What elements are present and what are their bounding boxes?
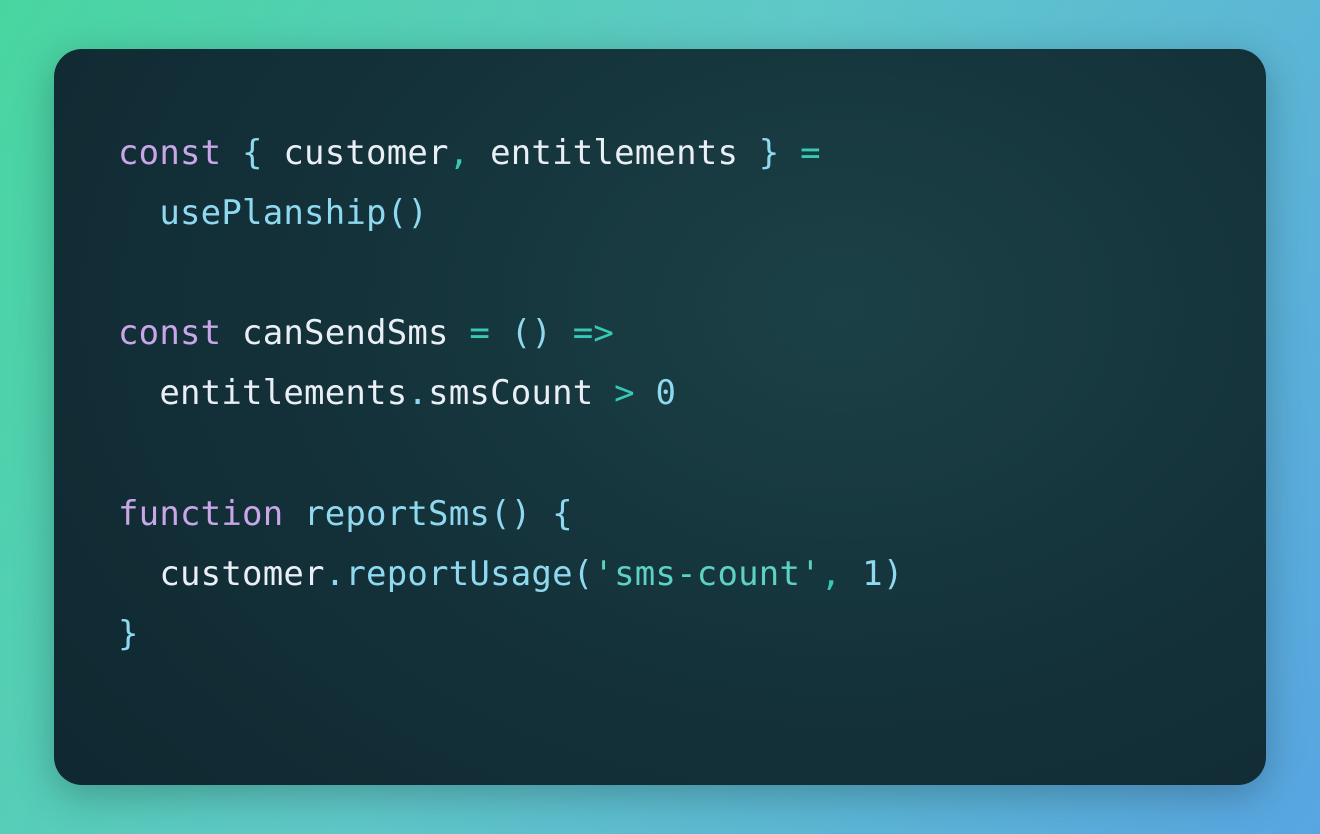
code-token-pun: ) [883,554,904,594]
code-token-id [552,313,573,353]
code-token-pun: () [387,193,428,233]
code-card: const { customer, entitlements } = usePl… [54,49,1266,785]
code-token-pun: . [407,373,428,413]
code-token-kw: const [118,133,221,173]
code-token-id: canSendSms [221,313,469,353]
code-token-fn: reportUsage [345,554,572,594]
code-content: const { customer, entitlements } = usePl… [118,133,903,654]
code-token-id [490,313,511,353]
code-token-kw: const [118,313,221,353]
code-block: const { customer, entitlements } = usePl… [118,125,1206,666]
code-token-op: , [821,554,842,594]
code-token-str: 'sms-count' [593,554,820,594]
code-token-pun: { [242,133,263,173]
code-token-id [531,494,552,534]
code-token-id [841,554,862,594]
code-token-id: customer [263,133,449,173]
code-token-pun: ( [573,554,594,594]
code-token-num: 0 [655,373,676,413]
code-token-op: = [469,313,490,353]
code-token-pun: . [325,554,346,594]
code-token-pun: } [118,614,139,654]
code-token-id: entitlements [118,373,407,413]
code-token-id: entitlements [469,133,758,173]
code-token-id [118,193,159,233]
code-token-kw: function [118,494,283,534]
code-token-id [283,494,304,534]
code-token-id [221,133,242,173]
code-token-op: , [449,133,470,173]
code-token-pun: () [490,494,531,534]
code-token-id [779,133,800,173]
code-token-id: smsCount [428,373,614,413]
code-token-pun: { [552,494,573,534]
code-token-fn: usePlanship [159,193,386,233]
code-token-fn: reportSms [304,494,490,534]
code-token-op: => [573,313,614,353]
code-token-pun: () [511,313,552,353]
code-token-id [635,373,656,413]
code-token-id: customer [118,554,325,594]
code-token-op: > [614,373,635,413]
code-token-num: 1 [862,554,883,594]
code-token-op: = [800,133,821,173]
code-token-pun: } [759,133,780,173]
